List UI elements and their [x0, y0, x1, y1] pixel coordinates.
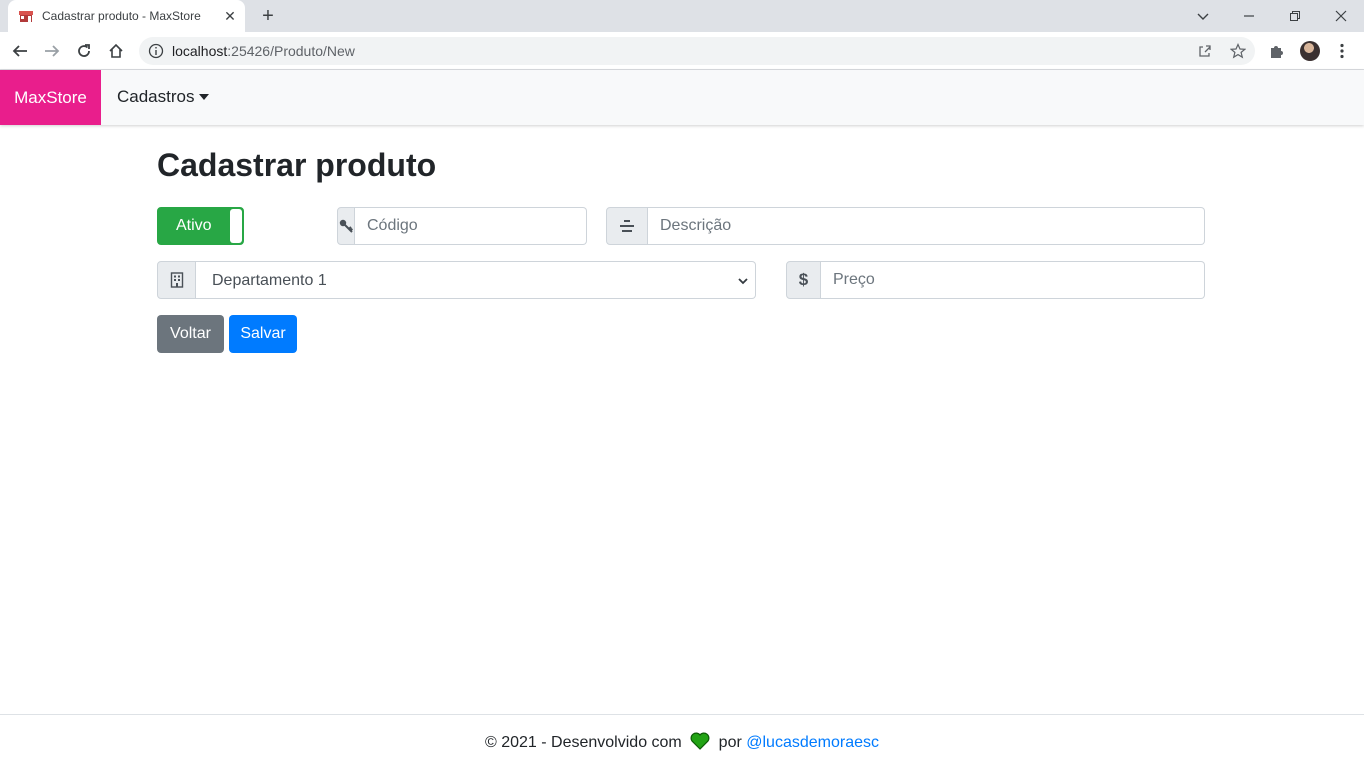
reload-icon[interactable]	[73, 40, 95, 62]
new-tab-icon[interactable]: +	[258, 6, 278, 26]
footer-text: © 2021 - Desenvolvido com por @lucasdemo…	[0, 732, 1364, 752]
restore-icon[interactable]	[1283, 4, 1307, 28]
footer-prefix: © 2021 - Desenvolvido com	[484, 734, 682, 751]
heart-icon	[690, 732, 710, 750]
site-info-icon[interactable]	[148, 43, 164, 59]
more-menu-icon[interactable]	[1333, 42, 1351, 60]
store-favicon-icon	[19, 11, 33, 22]
author-link[interactable]: @lucasdemoraesc	[746, 734, 879, 751]
building-icon	[157, 261, 196, 299]
profile-avatar[interactable]	[1300, 41, 1320, 61]
chevron-down-icon	[738, 278, 748, 285]
minimize-icon[interactable]	[1237, 4, 1261, 28]
code-field[interactable]	[355, 207, 587, 245]
align-center-icon	[606, 207, 648, 245]
browser-toolbar: localhost:25426/Produto/New	[0, 32, 1364, 70]
forward-arrow-icon[interactable]	[41, 40, 63, 62]
page-title: Cadastrar produto	[157, 147, 437, 183]
brand-logo[interactable]: MaxStore	[0, 70, 101, 125]
description-input-group	[606, 207, 1205, 245]
browser-tab[interactable]: Cadastrar produto - MaxStore ✕	[8, 0, 245, 32]
price-input-group: $	[786, 261, 1205, 299]
caret-down-icon	[199, 94, 210, 100]
department-select[interactable]: Departamento 1	[196, 261, 756, 299]
tab-search-icon[interactable]	[1191, 4, 1215, 28]
extensions-puzzle-icon[interactable]	[1268, 42, 1286, 60]
cadastros-dropdown[interactable]: Cadastros	[117, 87, 210, 107]
footer: © 2021 - Desenvolvido com por @lucasdemo…	[0, 714, 1364, 766]
toggle-handle	[230, 209, 242, 243]
app-navbar: MaxStore Cadastros	[0, 70, 1364, 125]
code-input-group	[337, 207, 587, 245]
cadastros-label: Cadastros	[117, 87, 195, 106]
close-window-icon[interactable]	[1329, 4, 1353, 28]
bookmark-star-icon[interactable]	[1230, 43, 1246, 59]
active-toggle[interactable]: Ativo	[157, 207, 244, 245]
address-bar[interactable]: localhost:25426/Produto/New	[139, 37, 1255, 65]
description-field[interactable]	[648, 207, 1205, 245]
back-arrow-icon[interactable]	[9, 40, 31, 62]
department-selected: Departamento 1	[212, 272, 327, 289]
key-icon	[337, 207, 355, 245]
active-toggle-label: Ativo	[176, 217, 212, 234]
department-input-group: Departamento 1	[157, 261, 756, 299]
back-button[interactable]: Voltar	[157, 315, 224, 353]
url-text[interactable]: localhost:25426/Produto/New	[172, 43, 355, 59]
dollar-icon: $	[786, 261, 821, 299]
tab-title: Cadastrar produto - MaxStore	[42, 9, 201, 23]
footer-by: por	[718, 734, 742, 751]
price-field[interactable]	[821, 261, 1205, 299]
tab-close-icon[interactable]: ✕	[222, 8, 238, 24]
share-icon[interactable]	[1197, 43, 1213, 59]
home-icon[interactable]	[105, 40, 127, 62]
browser-tabstrip: Cadastrar produto - MaxStore ✕ +	[0, 0, 1364, 32]
save-button[interactable]: Salvar	[229, 315, 297, 353]
